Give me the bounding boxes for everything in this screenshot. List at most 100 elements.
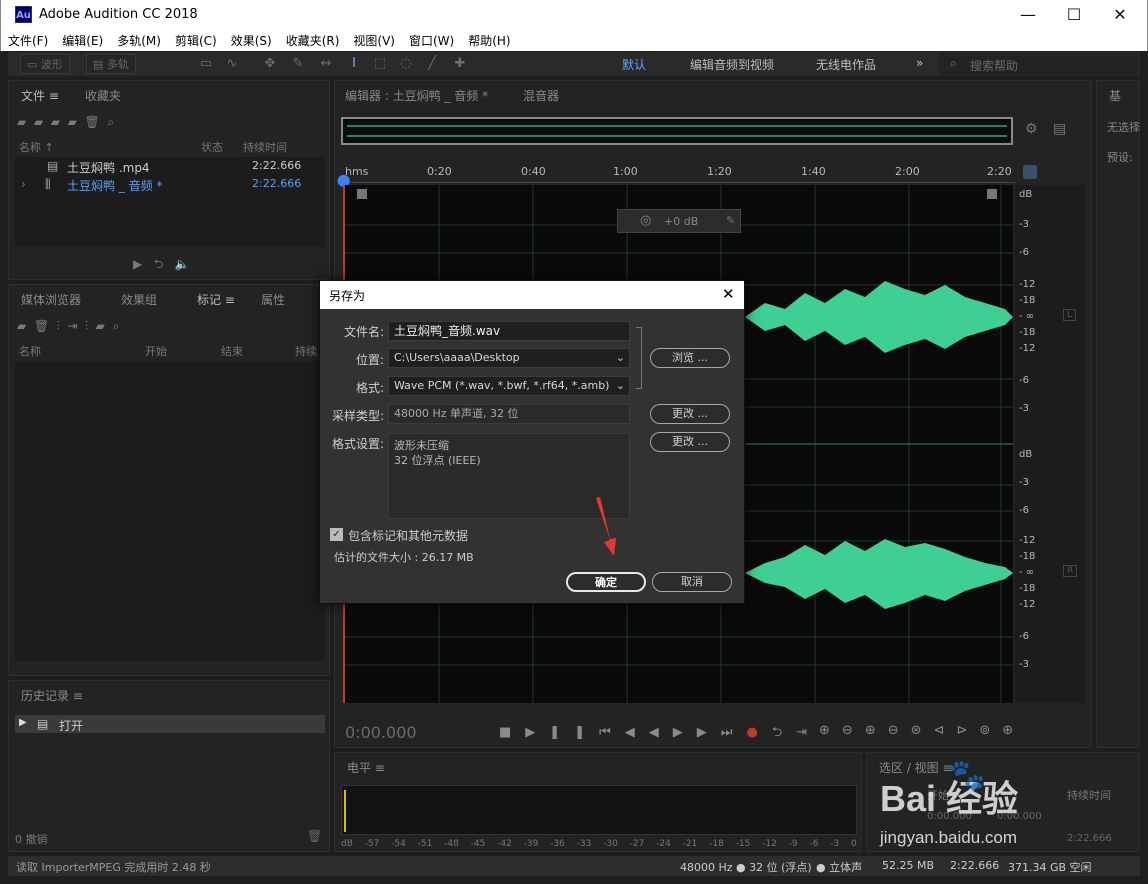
razor-tool-icon[interactable]: ✎ xyxy=(290,56,306,72)
workspace-edit-audio-to-video[interactable]: 编辑音频到视频 xyxy=(690,56,774,73)
dialog-close-icon[interactable]: ✕ xyxy=(722,285,735,303)
col-name[interactable]: 名称 ↑ xyxy=(19,139,54,155)
hud-volume[interactable]: ◎ +0 dB ✎ xyxy=(617,209,741,233)
tab-media-browser[interactable]: 媒体浏览器 xyxy=(21,291,81,308)
menu-help[interactable]: 帮助(H) xyxy=(461,30,517,49)
move-tool-icon[interactable]: ✥ xyxy=(262,56,278,72)
minimize-button[interactable]: — xyxy=(1005,0,1051,30)
fade-out-handle[interactable] xyxy=(987,189,997,199)
menu-edit[interactable]: 编辑(E) xyxy=(55,30,110,49)
filter-icon[interactable]: ⌕ xyxy=(107,115,114,129)
history-delete-icon[interactable]: 🗑 xyxy=(307,829,322,843)
channel-right-label[interactable]: R xyxy=(1063,565,1078,577)
workspace-radio-production[interactable]: 无线电作品 xyxy=(816,56,876,73)
go-to-end-icon[interactable]: ⏭ xyxy=(721,725,747,740)
zoom-tracks-icon[interactable]: ⊕ xyxy=(1002,723,1025,738)
go-to-start-icon[interactable]: ⏮ xyxy=(599,725,625,740)
rewind-icon[interactable]: ◀◀ xyxy=(625,725,673,740)
cancel-button[interactable]: 取消 xyxy=(652,572,732,592)
open-folder-icon[interactable]: ▰ xyxy=(17,115,26,129)
slip-tool-icon[interactable]: ↔ xyxy=(318,56,334,72)
file-row[interactable]: › ⫼ 土豆焖鸭 _ 音频 * 2:22.666 xyxy=(15,175,325,193)
menu-clip[interactable]: 剪辑(C) xyxy=(168,30,224,49)
panel-options-icon[interactable]: ▤ xyxy=(1053,121,1066,137)
col-duration[interactable]: 持续时间 xyxy=(243,139,287,155)
tab-effects-group[interactable]: 效果组 xyxy=(121,291,157,308)
menu-file[interactable]: 文件(F) xyxy=(1,30,55,49)
change-sample-button[interactable]: 更改 ... xyxy=(650,404,730,424)
workspace-default[interactable]: 默认 xyxy=(622,56,646,73)
col-marker-end[interactable]: 结束 xyxy=(221,343,243,359)
selection-duration-value[interactable]: 2:22.666 xyxy=(1067,833,1112,844)
channel-left-label[interactable]: L xyxy=(1063,309,1077,321)
zoom-full-icon[interactable]: ⊛ xyxy=(911,723,934,738)
tab-properties[interactable]: 属性 xyxy=(261,291,285,308)
time-selection-tool-icon[interactable]: I xyxy=(346,56,362,72)
marquee-tool-icon[interactable]: ⬚ xyxy=(372,56,388,72)
spectral-display-icon[interactable]: ▭ xyxy=(198,56,214,72)
maximize-button[interactable]: ☐ xyxy=(1051,0,1097,30)
expand-chevron-icon[interactable]: › xyxy=(21,177,26,191)
zoom-in-right-icon[interactable]: ⊳ xyxy=(956,723,979,738)
lasso-tool-icon[interactable]: ◌ xyxy=(398,56,414,72)
zoom-out-time-icon[interactable]: ⊖ xyxy=(888,723,911,738)
volume-knob-icon[interactable]: ◎ xyxy=(640,213,651,228)
zoom-in-left-icon[interactable]: ⊲ xyxy=(934,723,957,738)
loop-icon[interactable]: ⮌ xyxy=(154,257,164,271)
location-select[interactable]: C:\Users\aaaa\Desktop ⌄ xyxy=(388,348,630,368)
spot-healing-icon[interactable]: ✚ xyxy=(452,56,468,72)
zoom-settings-icon[interactable]: ⚙ xyxy=(1025,121,1038,137)
play-icon[interactable]: ▶ xyxy=(133,257,142,271)
menu-view[interactable]: 视图(V) xyxy=(346,30,402,49)
help-search[interactable]: ⌕ 搜索帮助 xyxy=(938,53,1138,75)
fast-forward-icon[interactable]: ▶▶ xyxy=(673,725,721,740)
menu-multitrack[interactable]: 多轨(M) xyxy=(110,30,168,49)
autoplay-icon[interactable]: 🔈 xyxy=(175,257,190,271)
history-item[interactable]: ▶ ▤ 打开 xyxy=(15,715,325,733)
tab-editor[interactable]: 编辑器 : 土豆焖鸭 _ 音频 * xyxy=(345,87,488,104)
menu-window[interactable]: 窗口(W) xyxy=(402,30,461,49)
brush-tool-icon[interactable]: ╱ xyxy=(424,56,440,72)
tab-mixer[interactable]: 混音器 xyxy=(523,87,559,104)
skip-icon[interactable]: ⇥ xyxy=(796,725,821,740)
menu-favorites[interactable]: 收藏夹(R) xyxy=(279,30,347,49)
loop-icon[interactable]: ⮌ xyxy=(772,725,796,740)
include-markers-checkbox[interactable]: ✓ xyxy=(330,528,343,541)
stop-icon[interactable]: ■ xyxy=(499,725,525,740)
tab-markers[interactable]: 标记 ≡ xyxy=(197,291,235,308)
tab-files[interactable]: 文件 ≡ xyxy=(21,87,59,104)
multitrack-view-button[interactable]: ▤ 多轨 xyxy=(86,54,136,74)
format-select[interactable]: Wave PCM (*.wav, *.bwf, *.rf64, *.amb) ⌄ xyxy=(388,376,630,396)
filename-input[interactable]: 土豆焖鸭_音频.wav xyxy=(388,321,630,341)
col-marker-name[interactable]: 名称 xyxy=(19,343,41,359)
current-time[interactable]: 0:00.000 xyxy=(345,723,417,742)
browse-button[interactable]: 浏览 ... xyxy=(650,348,730,368)
tab-favorites[interactable]: 收藏夹 xyxy=(85,87,121,104)
pin-icon[interactable]: ✎ xyxy=(726,214,735,227)
change-format-button[interactable]: 更改 ... xyxy=(650,432,730,452)
import-icon[interactable]: ▰ xyxy=(34,115,43,129)
delete-icon[interactable]: 🗑 xyxy=(85,115,100,129)
col-status[interactable]: 状态 xyxy=(201,139,223,155)
menu-effects[interactable]: 效果(S) xyxy=(224,30,279,49)
ok-button[interactable]: 确定 xyxy=(566,572,646,592)
fade-in-handle[interactable] xyxy=(357,189,367,199)
play-icon[interactable]: ▶ xyxy=(525,725,549,740)
more-workspaces-button[interactable]: » xyxy=(916,56,923,70)
timeline-ruler[interactable]: hms 0:20 0:40 1:00 1:20 1:40 2:00 2:20 xyxy=(343,161,1015,183)
pitch-display-icon[interactable]: ∿ xyxy=(224,56,240,72)
insert-icon[interactable]: ▰ xyxy=(68,115,77,129)
time-display-icon[interactable] xyxy=(1023,165,1037,179)
zoom-in-amplitude-icon[interactable]: ⊕ xyxy=(819,723,842,738)
waveform-view-button[interactable]: ▭ 波形 xyxy=(20,54,70,74)
new-file-icon[interactable]: ▰ xyxy=(51,115,60,129)
col-marker-start[interactable]: 开始 xyxy=(145,343,167,359)
col-marker-duration[interactable]: 持续 xyxy=(295,343,317,359)
record-icon[interactable]: ● xyxy=(747,725,772,740)
waveform-overview[interactable] xyxy=(341,117,1013,145)
zoom-in-time-icon[interactable]: ⊕ xyxy=(865,723,888,738)
zoom-out-amplitude-icon[interactable]: ⊖ xyxy=(842,723,865,738)
file-row[interactable]: ▤ 土豆焖鸭 .mp4 2:22.666 xyxy=(15,157,325,175)
pause-icon[interactable]: ❚❚ xyxy=(549,725,599,740)
close-button[interactable]: ✕ xyxy=(1097,0,1143,30)
